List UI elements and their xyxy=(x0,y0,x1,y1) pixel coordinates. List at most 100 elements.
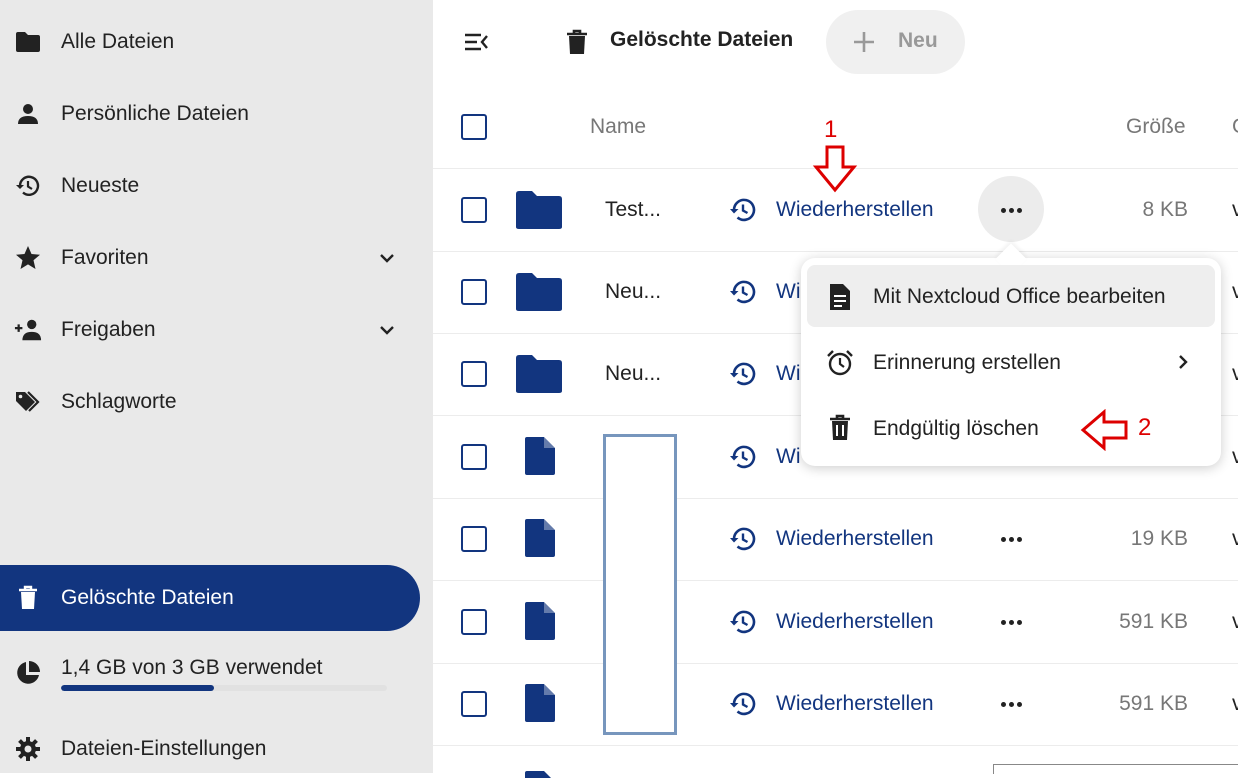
file-size: 591 KB xyxy=(1119,610,1188,633)
restore-button[interactable]: Wiederherstellen xyxy=(776,527,934,551)
annotation-number-1: 1 xyxy=(824,116,838,143)
restore-button[interactable]: Wi xyxy=(776,280,801,304)
column-header-name[interactable]: Name xyxy=(590,115,646,139)
sidebar-item-label: Freigaben xyxy=(61,318,156,341)
file-icon xyxy=(523,765,557,783)
sidebar-item-label: Dateien-Einstellungen xyxy=(61,737,267,760)
more-actions-icon[interactable] xyxy=(996,529,1026,549)
sidebar-item-tags[interactable]: Schlagworte xyxy=(0,369,420,435)
history-icon xyxy=(14,172,42,200)
restore-button[interactable]: Wi xyxy=(776,445,801,469)
sidebar-item-deleted-files[interactable]: Gelöschte Dateien xyxy=(0,565,420,631)
sidebar-item-recent[interactable]: Neueste xyxy=(0,153,420,219)
sidebar-item-shares[interactable]: Freigaben xyxy=(0,297,420,363)
sidebar-item-personal-files[interactable]: Persönliche Dateien xyxy=(0,81,420,147)
quota-label: 1,4 GB von 3 GB verwendet xyxy=(61,656,323,679)
restore-icon[interactable] xyxy=(729,690,757,718)
restore-icon[interactable] xyxy=(729,196,757,224)
files-settings-button[interactable]: Dateien-Einstellungen xyxy=(0,716,420,782)
trash-icon xyxy=(565,28,589,56)
restore-icon[interactable] xyxy=(729,278,757,306)
menu-item-label: Endgültig löschen xyxy=(873,417,1039,440)
file-icon xyxy=(523,436,557,481)
file-icon xyxy=(523,601,557,646)
file-name[interactable]: Neu... xyxy=(605,280,661,304)
quota-progress-fill xyxy=(61,685,215,691)
quota-section: 1,4 GB von 3 GB verwendet xyxy=(0,642,420,704)
restore-icon[interactable] xyxy=(729,525,757,553)
chevron-down-icon[interactable] xyxy=(376,247,398,269)
menu-collapse-icon[interactable] xyxy=(462,28,490,56)
sidebar-item-label: Favoriten xyxy=(61,246,149,269)
gear-icon xyxy=(14,735,42,763)
sidebar-item-label: Schlagworte xyxy=(61,390,177,413)
restore-button[interactable]: Wiederherstellen xyxy=(776,692,934,716)
select-all-checkbox[interactable] xyxy=(461,114,487,140)
quota-progress-bar xyxy=(61,685,387,691)
row-checkbox[interactable] xyxy=(461,279,487,305)
plus-icon xyxy=(852,30,876,54)
row-checkbox[interactable] xyxy=(461,526,487,552)
sidebar-item-favorites[interactable]: Favoriten xyxy=(0,225,420,291)
truncated-column-cell: v xyxy=(1232,527,1238,550)
trash-icon xyxy=(14,584,42,612)
menu-item-label: Mit Nextcloud Office bearbeiten xyxy=(873,285,1166,308)
navigation-sidebar: Alle Dateien Persönliche Dateien Neueste… xyxy=(0,0,433,773)
folder-icon xyxy=(515,190,563,235)
row-checkbox[interactable] xyxy=(461,609,487,635)
document-icon xyxy=(826,283,854,311)
file-size: 8 KB xyxy=(1142,198,1188,221)
tags-icon xyxy=(14,388,42,416)
truncated-column-cell: v xyxy=(1232,692,1238,715)
chevron-down-icon[interactable] xyxy=(376,319,398,341)
file-icon xyxy=(523,683,557,728)
star-icon xyxy=(14,244,42,272)
page-title: Gelöschte Dateien xyxy=(610,28,794,51)
restore-button[interactable]: Wiederherstellen xyxy=(776,198,934,222)
redacted-filenames-box xyxy=(603,434,677,735)
restore-icon[interactable] xyxy=(729,608,757,636)
annotation-number-2: 2 xyxy=(1138,414,1152,441)
truncated-column-cell: v xyxy=(1232,198,1238,221)
row-checkbox[interactable] xyxy=(461,197,487,223)
file-name[interactable]: Neu... xyxy=(605,362,661,386)
restore-button[interactable]: Wi xyxy=(776,362,801,386)
annotation-arrow-left-icon xyxy=(1080,409,1128,451)
sidebar-item-all-files[interactable]: Alle Dateien xyxy=(0,9,420,75)
restore-icon[interactable] xyxy=(729,443,757,471)
column-header-size[interactable]: Größe xyxy=(1126,115,1186,139)
sidebar-item-label: Alle Dateien xyxy=(61,30,175,53)
restore-icon[interactable] xyxy=(729,360,757,388)
share-person-icon xyxy=(14,316,42,344)
person-icon xyxy=(14,100,42,128)
truncated-column-cell: v xyxy=(1232,610,1238,633)
file-icon xyxy=(523,518,557,563)
row-checkbox[interactable] xyxy=(461,444,487,470)
file-name[interactable]: Test... xyxy=(605,198,661,222)
truncated-column-cell: v xyxy=(1232,445,1238,468)
column-header-truncated[interactable]: G xyxy=(1232,115,1238,139)
more-actions-icon[interactable] xyxy=(996,612,1026,632)
file-size: 591 KB xyxy=(1119,692,1188,715)
sidebar-item-label: Persönliche Dateien xyxy=(61,102,249,125)
row-checkbox[interactable] xyxy=(461,361,487,387)
sidebar-item-label: Gelöschte Dateien xyxy=(61,586,234,609)
more-actions-icon[interactable] xyxy=(996,694,1026,714)
divider xyxy=(433,745,1238,746)
file-size: 19 KB xyxy=(1130,527,1188,550)
folder-icon xyxy=(515,272,563,317)
row-checkbox[interactable] xyxy=(461,691,487,717)
folder-icon xyxy=(515,354,563,399)
sidebar-item-label: Neueste xyxy=(61,174,140,197)
truncated-column-cell: v xyxy=(1232,280,1238,303)
folder-icon xyxy=(14,28,42,56)
menu-item-label: Erinnerung erstellen xyxy=(873,351,1061,374)
annotation-arrow-down-icon xyxy=(812,145,858,193)
restore-button[interactable]: Wiederherstellen xyxy=(776,610,934,634)
new-button-label: Neu xyxy=(898,29,938,52)
more-actions-icon[interactable] xyxy=(996,200,1026,220)
trash-icon xyxy=(826,414,854,442)
alarm-icon xyxy=(826,349,854,377)
pie-chart-icon xyxy=(14,659,42,687)
new-button[interactable] xyxy=(826,10,965,74)
